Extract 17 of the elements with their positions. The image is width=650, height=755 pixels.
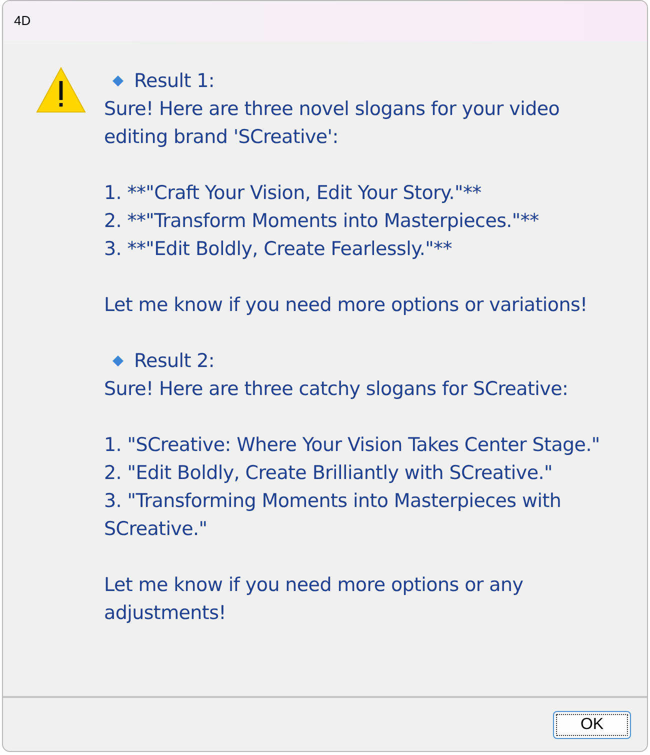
message-text: Sure! Here are three catchy slogans for SCreative: <box>104 377 570 402</box>
list-item: 1. **"Craft Your Vision, Edit Your Story."** <box>104 181 482 206</box>
message-text: Let me know if you need more options or variations! <box>104 293 588 318</box>
list-item: 1. "SCreative: Where Your Vision Takes Center Stage." <box>104 433 601 458</box>
list-item: 2. **"Transform Moments into Masterpieces."** <box>104 209 540 234</box>
list-item: 3. "Transforming Moments into Masterpieces with SCreative." <box>104 489 562 542</box>
list-item: 3. **"Edit Boldly, Create Fearlessly."** <box>104 237 453 262</box>
diamond-icon <box>112 355 124 367</box>
list-item: 2. "Edit Boldly, Create Brilliantly with SCreative." <box>104 461 554 486</box>
result-heading: Result 2: <box>134 349 215 374</box>
window-title: 4D <box>14 12 31 30</box>
message-text: Let me know if you need more options or any adjustments! <box>104 573 524 626</box>
warning-icon <box>36 67 86 113</box>
diamond-icon <box>112 75 124 87</box>
ok-button[interactable]: OK <box>553 710 631 738</box>
result-heading: Result 1: <box>134 69 215 94</box>
message-text: Sure! Here are three novel slogans for your video editing brand 'SCreative': <box>104 97 561 150</box>
